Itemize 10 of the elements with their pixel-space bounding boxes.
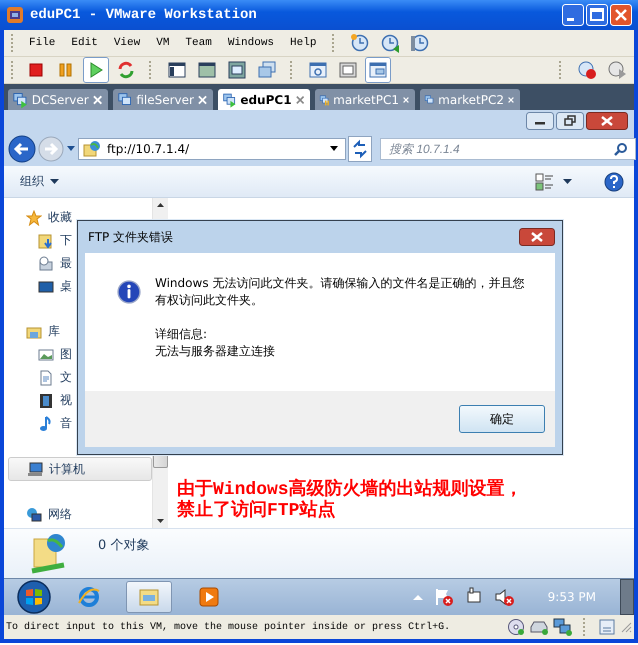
dialog-title: FTP 文件夹错误 <box>88 228 174 246</box>
annotation-text: 由于Windows高级防火墙的出站规则设置， <box>177 480 524 500</box>
details-text: 无法与服务器建立连接 <box>155 343 276 360</box>
clock: 9:53 PM <box>548 590 596 604</box>
annotation-text: 禁止了访问FTP站点 <box>177 501 336 522</box>
status-text: To direct input to this VM, move the mouse pointer inside or press Ctrl+G. <box>6 622 450 632</box>
error-message: Windows 无法访问此文件夹。请确保输入的文件名是正确的，并且您有权访问此文件夹。 <box>155 275 526 309</box>
details-label: 详细信息: <box>155 326 208 343</box>
item-count: 0 个对象 <box>98 537 150 554</box>
window-title: eduPC1 - VMware Workstation <box>30 7 257 23</box>
